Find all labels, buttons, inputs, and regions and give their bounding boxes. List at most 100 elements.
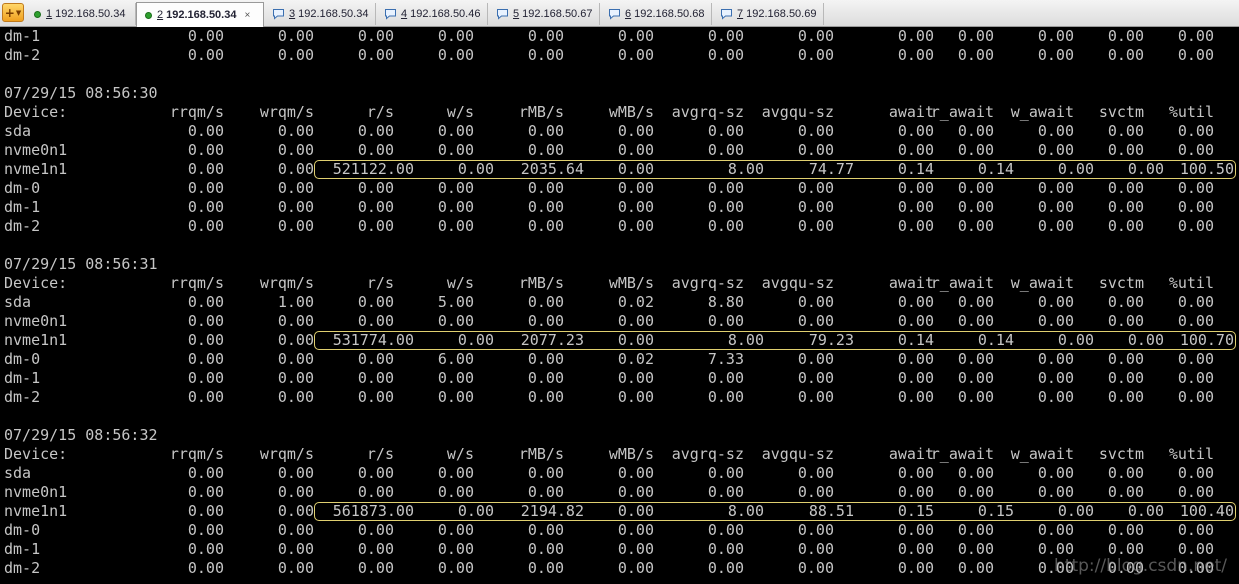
tab-session-7[interactable]: 7 192.168.50.69	[712, 3, 824, 25]
stat-value: 0.00	[357, 198, 394, 216]
tab-label: 192.168.50.67	[522, 8, 593, 20]
stat-value: 0.00	[1037, 217, 1074, 235]
stat-value: 0.00	[1107, 27, 1144, 45]
stat-value: 0.00	[527, 312, 564, 330]
stat-value: 8.00	[727, 502, 764, 520]
stat-value: 0.00	[707, 388, 744, 406]
stat-value: 0.00	[1037, 521, 1074, 539]
stat-value: 100.70	[1179, 331, 1234, 349]
device-name: Device:	[4, 445, 68, 463]
stat-value: 0.00	[957, 312, 994, 330]
tab-session-5[interactable]: 5 192.168.50.67	[488, 3, 600, 25]
stat-value: 0.00	[957, 293, 994, 311]
stat-value: 0.00	[187, 160, 224, 178]
stat-value: 0.00	[957, 483, 994, 501]
stat-value: 0.00	[1037, 369, 1074, 387]
stat-value: 0.00	[897, 559, 934, 577]
tab-session-1[interactable]: 1 192.168.50.34	[26, 3, 136, 25]
stat-value: rrqm/s	[169, 274, 224, 292]
device-name: nvme1n1	[4, 502, 68, 520]
tab-session-4[interactable]: 4 192.168.50.46	[376, 3, 488, 25]
stat-value: r/s	[366, 103, 394, 121]
device-row: dm-1 0.00 0.00 0.00 0.00 0.00 0.00 0.00 0.00 0.00…	[0, 369, 1239, 388]
stat-value: 0.00	[457, 502, 494, 520]
stat-value: 0.00	[457, 160, 494, 178]
terminal-output[interactable]: dm-1 0.00 0.00 0.00 0.00 0.00 0.00 0.00 0.00 0.00…	[0, 27, 1239, 584]
stat-value: 0.00	[797, 46, 834, 64]
stat-value: 0.00	[187, 46, 224, 64]
stat-value: 0.00	[707, 521, 744, 539]
stat-value: 0.00	[797, 483, 834, 501]
device-name: dm-0	[4, 179, 41, 197]
stat-value: 0.00	[277, 388, 314, 406]
device-row: nvme0n1 0.00 0.00 0.00 0.00 0.00 0.00 0.00 0.00 0…	[0, 483, 1239, 502]
stat-value: %util	[1168, 274, 1214, 292]
stat-value: 0.00	[707, 141, 744, 159]
stat-value: 8.80	[707, 293, 744, 311]
stat-value: 0.00	[957, 46, 994, 64]
stat-value: 0.00	[357, 27, 394, 45]
stat-value: 0.00	[897, 217, 934, 235]
device-name: dm-0	[4, 521, 41, 539]
tab-session-6[interactable]: 6 192.168.50.68	[600, 3, 712, 25]
dropdown-arrow-icon: ▼	[15, 8, 22, 17]
device-row: sda 0.00 0.00 0.00 0.00 0.00 0.00 0.00 0.00 0.00 0…	[0, 464, 1239, 483]
stat-value: 0.00	[707, 198, 744, 216]
stat-value: 0.00	[617, 312, 654, 330]
stat-value: 0.00	[277, 464, 314, 482]
stat-value: 74.77	[808, 160, 854, 178]
stat-value: 0.00	[187, 331, 224, 349]
stat-value: 0.00	[797, 369, 834, 387]
stat-value: 0.00	[187, 369, 224, 387]
stat-value: 0.00	[617, 46, 654, 64]
stat-value: 0.00	[437, 559, 474, 577]
stat-value: 0.00	[357, 559, 394, 577]
stat-value: 0.00	[1177, 198, 1214, 216]
close-tab-icon[interactable]: ×	[244, 10, 250, 21]
stat-value: 0.00	[277, 483, 314, 501]
stat-value: 0.00	[277, 217, 314, 235]
stat-value: 0.00	[1037, 350, 1074, 368]
stat-value: 0.00	[797, 27, 834, 45]
stat-value: wMB/s	[608, 445, 654, 463]
stat-value: 0.00	[1037, 312, 1074, 330]
stat-value: 0.00	[187, 122, 224, 140]
stat-value: 0.00	[1107, 521, 1144, 539]
stat-value: 0.00	[527, 141, 564, 159]
stat-value: 0.00	[527, 464, 564, 482]
device-name: nvme0n1	[4, 312, 68, 330]
stat-value: 0.00	[617, 369, 654, 387]
device-row: dm-0 0.00 0.00 0.00 0.00 0.00 0.00 0.00 0.00 0.00…	[0, 521, 1239, 540]
stat-value: 0.00	[357, 388, 394, 406]
session-menu-button[interactable]: + ▼	[2, 3, 24, 22]
stat-value: 0.00	[1037, 141, 1074, 159]
stat-value: 0.00	[437, 521, 474, 539]
stat-value: 0.00	[527, 179, 564, 197]
stat-value: 0.14	[977, 331, 1014, 349]
stat-value: r_await	[930, 445, 994, 463]
tab-session-2[interactable]: 2 192.168.50.34 ×	[136, 2, 264, 27]
stat-value: 0.00	[897, 369, 934, 387]
stat-value: 0.00	[187, 312, 224, 330]
stat-value: avgqu-sz	[761, 103, 834, 121]
device-name: dm-2	[4, 46, 41, 64]
stat-value: 0.00	[1057, 331, 1094, 349]
stat-value: 0.00	[527, 350, 564, 368]
timestamp-line: 07/29/15 08:56:31	[0, 255, 1239, 274]
stat-value: 0.00	[187, 350, 224, 368]
device-name: nvme1n1	[4, 331, 68, 349]
stat-value: 0.00	[1177, 312, 1214, 330]
stat-value: 0.00	[277, 46, 314, 64]
stat-value: 0.00	[617, 331, 654, 349]
stat-value: 0.00	[617, 217, 654, 235]
stat-value: 0.00	[1177, 350, 1214, 368]
tab-session-3[interactable]: 3 192.168.50.34	[264, 3, 376, 25]
device-name: nvme1n1	[4, 160, 68, 178]
stat-value: %util	[1168, 103, 1214, 121]
stat-value: r/s	[366, 274, 394, 292]
stat-value: 0.00	[277, 160, 314, 178]
device-name: sda	[4, 464, 32, 482]
stat-value: 0.00	[797, 464, 834, 482]
stat-value: 0.00	[1037, 46, 1074, 64]
tab-label: 192.168.50.46	[410, 8, 481, 20]
